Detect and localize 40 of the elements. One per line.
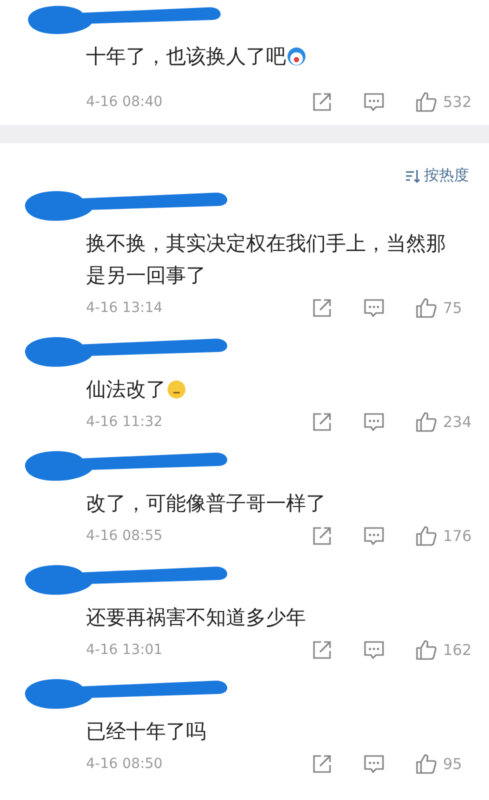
- comment-icon[interactable]: [363, 91, 385, 113]
- share-icon[interactable]: [311, 753, 333, 775]
- comment-icon[interactable]: [363, 297, 385, 319]
- share-icon[interactable]: [311, 91, 333, 113]
- like-icon[interactable]: [415, 639, 437, 661]
- like-icon[interactable]: [415, 753, 437, 775]
- comment-time: 4-16 13:01: [86, 642, 163, 658]
- comment-text: 仙法改了: [86, 373, 459, 405]
- comment-text: 十年了，也该换人了吧: [86, 40, 459, 72]
- like-icon[interactable]: [415, 297, 437, 319]
- comment-text: 换不换，其实决定权在我们手上，当然那是另一回事了: [86, 230, 447, 289]
- share-icon[interactable]: [311, 639, 333, 661]
- emoji-icon: [287, 47, 306, 66]
- like-icon[interactable]: [415, 525, 437, 547]
- emoji-icon: [167, 380, 186, 399]
- like-icon[interactable]: [415, 411, 437, 433]
- comment-time: 4-16 08:50: [86, 756, 163, 772]
- share-icon[interactable]: [311, 297, 333, 319]
- comment-icon[interactable]: [363, 639, 385, 661]
- like-count: 532: [443, 93, 473, 111]
- comment-icon[interactable]: [363, 753, 385, 775]
- like-count: 176: [443, 527, 473, 545]
- comment-text: 已经十年了吗: [86, 718, 207, 745]
- share-icon[interactable]: [311, 525, 333, 547]
- comment-time: 4-16 08:55: [86, 528, 163, 544]
- share-icon[interactable]: [311, 411, 333, 433]
- comment-icon[interactable]: [363, 525, 385, 547]
- like-icon[interactable]: [415, 91, 437, 113]
- like-count: 75: [443, 299, 464, 317]
- comment-text: 改了，可能像普子哥一样了: [86, 490, 327, 517]
- comment-time: 4-16 08:40: [86, 94, 163, 110]
- comment-time: 4-16 11:32: [86, 414, 163, 430]
- comment-time: 4-16 13:14: [86, 300, 163, 316]
- sort-icon: [405, 168, 421, 182]
- comment-icon[interactable]: [363, 411, 385, 433]
- like-count: 234: [443, 413, 473, 431]
- like-count: 162: [443, 641, 473, 659]
- like-count: 95: [443, 755, 464, 773]
- sort-button[interactable]: 按热度: [405, 166, 469, 185]
- comment-text: 还要再祸害不知道多少年: [86, 604, 307, 631]
